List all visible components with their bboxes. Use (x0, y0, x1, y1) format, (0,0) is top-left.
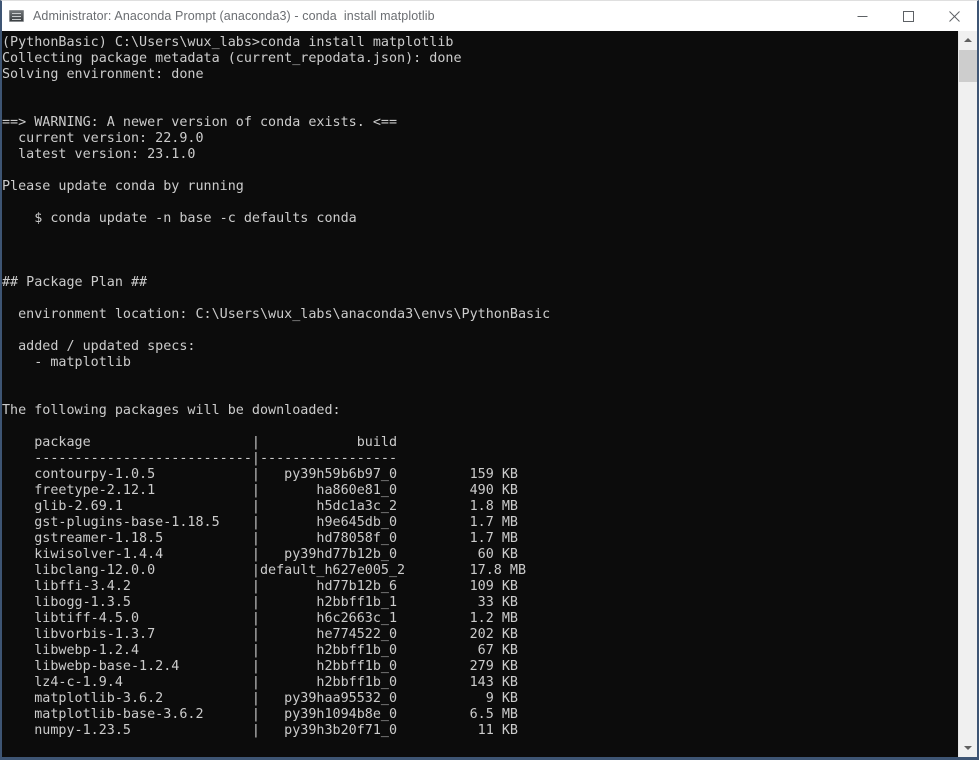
window-title: Administrator: Anaconda Prompt (anaconda… (33, 9, 435, 23)
scroll-up-button[interactable] (959, 31, 977, 49)
chevron-down-icon (964, 746, 972, 750)
console-output-area[interactable]: (PythonBasic) C:\Users\wux_labs>conda in… (2, 31, 977, 757)
scroll-down-button[interactable] (959, 739, 977, 757)
chevron-up-icon (964, 38, 972, 42)
minimize-button[interactable] (839, 1, 885, 31)
window-controls (839, 1, 977, 31)
terminal-window: Administrator: Anaconda Prompt (anaconda… (0, 0, 979, 760)
title-bar[interactable]: Administrator: Anaconda Prompt (anaconda… (2, 1, 977, 31)
scrollbar-thumb[interactable] (959, 50, 977, 82)
console-icon (9, 8, 25, 24)
vertical-scrollbar[interactable] (958, 31, 977, 757)
maximize-button[interactable] (885, 1, 931, 31)
console-text: (PythonBasic) C:\Users\wux_labs>conda in… (2, 35, 551, 738)
close-button[interactable] (931, 1, 977, 31)
